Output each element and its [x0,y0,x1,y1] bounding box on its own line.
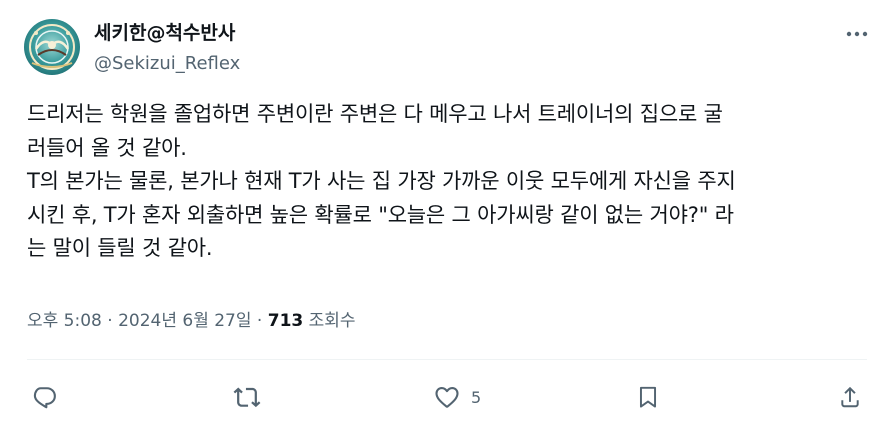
tweet-text-line: 는 말이 들릴 것 같아. [27,236,213,260]
bookmark-icon [639,386,657,408]
retweet-icon [233,387,261,408]
retweet-button[interactable] [232,383,262,411]
tweet-meta: 오후 5:08 · 2024년 6월 27일 · 713 조회수 [27,309,356,333]
author-display-name[interactable]: 세키한@척수반사 [94,20,235,46]
author-handle[interactable]: @Sekizui_Reflex [94,52,240,76]
views-label: 조회수 [303,311,356,331]
tweet-date[interactable]: 2024년 6월 27일 [118,311,251,331]
divider [27,359,867,360]
more-horizontal-icon [846,31,868,37]
tweet-text: 드리저는 학원을 졸업하면 주변이란 주변은 다 메우고 나서 트레이너의 집으… [27,98,867,266]
tweet-text-line: 드리저는 학원을 졸업하면 주변이란 주변은 다 메우고 나서 트레이너의 집으… [27,102,723,126]
tweet-text-line: T의 본가는 물론, 본가나 현재 T가 사는 집 가장 가까운 이웃 모두에게… [27,169,736,193]
like-button[interactable]: 5 [433,383,481,411]
avatar[interactable] [24,19,80,75]
reply-icon [33,387,56,409]
bookmark-button[interactable] [635,383,661,411]
share-button[interactable] [837,383,863,411]
tweet-time[interactable]: 오후 5:08 [27,311,102,331]
meta-separator: · [251,311,268,331]
tweet-text-line: 시킨 후, T가 혼자 외출하면 높은 확률로 "오늘은 그 아가씨랑 같이 없… [27,202,734,227]
share-icon [841,386,859,408]
heart-icon [435,386,459,408]
like-count: 5 [471,387,482,407]
avatar-image [24,19,80,75]
tweet-card: 세키한@척수반사 @Sekizui_Reflex 드리저는 학원을 졸업하면 주… [0,0,885,437]
tweet-text-line: 러들어 올 것 같아. [27,135,187,160]
meta-separator: · [101,311,119,331]
views-count: 713 [267,311,304,331]
more-options-button[interactable] [840,22,874,46]
reply-button[interactable] [30,383,58,411]
